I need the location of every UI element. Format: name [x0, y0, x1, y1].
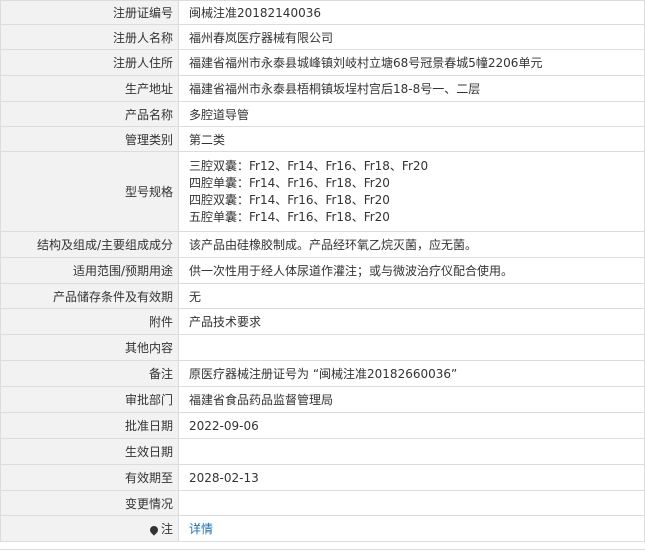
row-label-registrant-address: 注册人住所 [0, 49, 179, 76]
row-value-effective-date [178, 438, 645, 465]
table-row: 注册证编号 闽械注准20182140036 [0, 0, 645, 25]
row-value-production-address: 福建省福州市永泰县梧桐镇坂埕村宫后18-8号一、二层 [178, 75, 645, 102]
row-label-approval-date: 批准日期 [0, 412, 179, 439]
table-row: 审批部门 福建省食品药品监督管理局 [0, 386, 645, 413]
row-label-registrant-name: 注册人名称 [0, 24, 179, 50]
table-row: 生产地址 福建省福州市永泰县梧桐镇坂埕村宫后18-8号一、二层 [0, 75, 645, 102]
row-label-change-status: 变更情况 [0, 490, 179, 516]
row-value-approval-date: 2022-09-06 [178, 412, 645, 439]
row-label-intended-use: 适用范围/预期用途 [0, 257, 179, 284]
table-row: 管理类别 第二类 [0, 126, 645, 152]
row-label-storage-validity: 产品储存条件及有效期 [0, 283, 179, 309]
row-value-registrant-address: 福建省福州市永泰县城峰镇刘岐村立塘68号冠景春城5幢2206单元 [178, 49, 645, 76]
row-value-note: 详情 [178, 515, 645, 542]
row-label-production-address: 生产地址 [0, 75, 179, 102]
table-row: 注册人住所 福建省福州市永泰县城峰镇刘岐村立塘68号冠景春城5幢2206单元 [0, 49, 645, 76]
row-value-attachment: 产品技术要求 [178, 308, 645, 335]
table-row: 变更情况 [0, 490, 645, 516]
row-label-attachment: 附件 [0, 308, 179, 335]
row-value-remarks: 原医疗器械注册证号为 “闽械注准20182660036” [178, 360, 645, 387]
model-spec-line: 四腔单囊：Fr14、Fr16、Fr18、Fr20 [189, 175, 390, 190]
row-label-management-category: 管理类别 [0, 126, 179, 152]
row-value-registration-number: 闽械注准20182140036 [178, 0, 645, 25]
table-row: 适用范围/预期用途 供一次性用于经人体尿道作灌注；或与微波治疗仪配合使用。 [0, 257, 645, 284]
model-spec-line: 五腔单囊：Fr14、Fr16、Fr18、Fr20 [189, 209, 390, 224]
model-spec-line: 四腔双囊：Fr14、Fr16、Fr18、Fr20 [189, 192, 390, 207]
table-row: 注 详情 [0, 515, 645, 542]
table-row: 附件 产品技术要求 [0, 308, 645, 335]
table-row: 型号规格 三腔双囊：Fr12、Fr14、Fr16、Fr18、Fr20 四腔单囊：… [0, 151, 645, 232]
model-spec-line: 三腔双囊：Fr12、Fr14、Fr16、Fr18、Fr20 [189, 158, 429, 173]
table-row: 其他内容 [0, 334, 645, 361]
table-row: 产品名称 多腔道导管 [0, 101, 645, 127]
table-row: 批准日期 2022-09-06 [0, 412, 645, 439]
row-label-model-spec: 型号规格 [0, 151, 179, 232]
row-value-storage-validity: 无 [178, 283, 645, 309]
row-label-registration-number: 注册证编号 [0, 0, 179, 25]
note-label: 注 [160, 522, 173, 536]
table-row: 产品储存条件及有效期 无 [0, 283, 645, 309]
row-value-other-content [178, 334, 645, 361]
row-label-other-content: 其他内容 [0, 334, 179, 361]
registration-info-table: 注册证编号 闽械注准20182140036 注册人名称 福州春岚医疗器械有限公司… [0, 0, 645, 542]
table-row: 结构及组成/主要组成成分 该产品由硅橡胶制成。产品经环氧乙烷灭菌，应无菌。 [0, 231, 645, 258]
row-label-remarks: 备注 [0, 360, 179, 387]
row-value-management-category: 第二类 [178, 126, 645, 152]
table-row: 备注 原医疗器械注册证号为 “闽械注准20182660036” [0, 360, 645, 387]
row-value-change-status [178, 490, 645, 516]
location-pin-icon [148, 524, 160, 536]
row-label-approval-department: 审批部门 [0, 386, 179, 413]
row-value-approval-department: 福建省食品药品监督管理局 [178, 386, 645, 413]
row-value-model-spec: 三腔双囊：Fr12、Fr14、Fr16、Fr18、Fr20 四腔单囊：Fr14、… [178, 151, 645, 232]
table-row: 生效日期 [0, 438, 645, 465]
row-label-note: 注 [0, 515, 179, 542]
row-value-product-name: 多腔道导管 [178, 101, 645, 127]
row-label-structure-composition: 结构及组成/主要组成成分 [0, 231, 179, 258]
details-link[interactable]: 详情 [189, 522, 213, 536]
row-value-structure-composition: 该产品由硅橡胶制成。产品经环氧乙烷灭菌，应无菌。 [178, 231, 645, 258]
row-label-valid-until: 有效期至 [0, 464, 179, 491]
table-row: 有效期至 2028-02-13 [0, 464, 645, 491]
row-value-registrant-name: 福州春岚医疗器械有限公司 [178, 24, 645, 50]
row-value-valid-until: 2028-02-13 [178, 464, 645, 491]
bottom-divider [0, 549, 645, 550]
row-value-intended-use: 供一次性用于经人体尿道作灌注；或与微波治疗仪配合使用。 [178, 257, 645, 284]
table-row: 注册人名称 福州春岚医疗器械有限公司 [0, 24, 645, 50]
row-label-effective-date: 生效日期 [0, 438, 179, 465]
row-label-product-name: 产品名称 [0, 101, 179, 127]
